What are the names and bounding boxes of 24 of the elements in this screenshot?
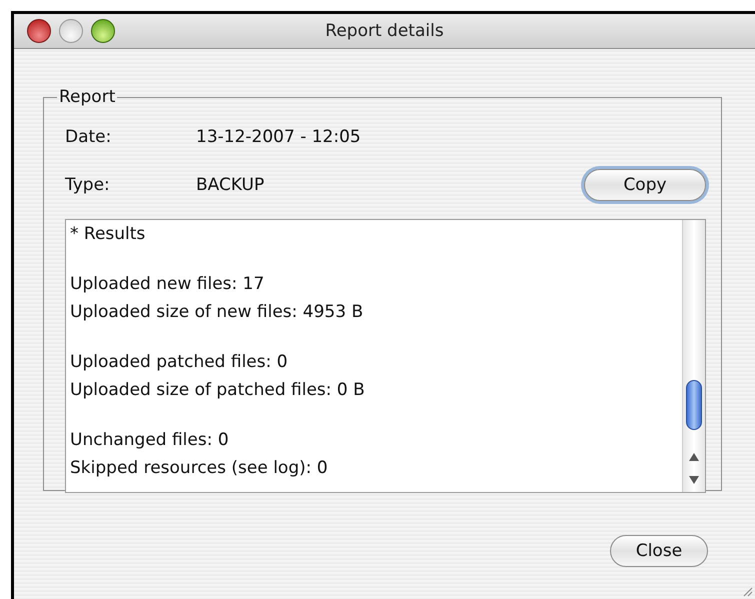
copy-button[interactable]: Copy: [584, 169, 706, 201]
scroll-up-icon[interactable]: [688, 452, 700, 462]
scrollbar[interactable]: [682, 220, 705, 492]
field-value: BACKUP: [196, 175, 266, 195]
result-line: Skipped resources (see log): 0: [70, 457, 329, 480]
result-line: Uploaded patched files: 0: [70, 351, 289, 374]
field-label: Type:: [65, 175, 111, 195]
window-title: Report details: [325, 21, 444, 41]
result-line: Uploaded size of patched files: 0 B: [70, 379, 366, 402]
close-window-icon[interactable]: [27, 19, 51, 43]
result-line: Uploaded size of new files: 4953 B: [70, 301, 364, 324]
result-line: * Results: [70, 223, 146, 246]
close-button[interactable]: Close: [610, 535, 708, 567]
result-line: Uploaded new files: 17: [70, 273, 266, 296]
field-value: 13-12-2007 - 12:05: [196, 127, 362, 147]
scroll-down-icon[interactable]: [688, 475, 700, 485]
field-label: Date:: [65, 127, 112, 147]
scroll-thumb[interactable]: [686, 380, 702, 430]
resize-grip-icon[interactable]: [741, 585, 753, 597]
minimize-window-icon[interactable]: [59, 19, 83, 43]
group-legend: Report: [57, 87, 118, 107]
results-text-area[interactable]: * Results Uploaded new files: 17 Uploaded size of new files: 4953 B Uploaded patched files: 0 Uploaded size of patched files: 0 B Unchanged files: 0 Skipped resources (see log): 0: [65, 219, 706, 493]
zoom-window-icon[interactable]: [91, 19, 115, 43]
result-line: Unchanged files: 0: [70, 429, 230, 452]
